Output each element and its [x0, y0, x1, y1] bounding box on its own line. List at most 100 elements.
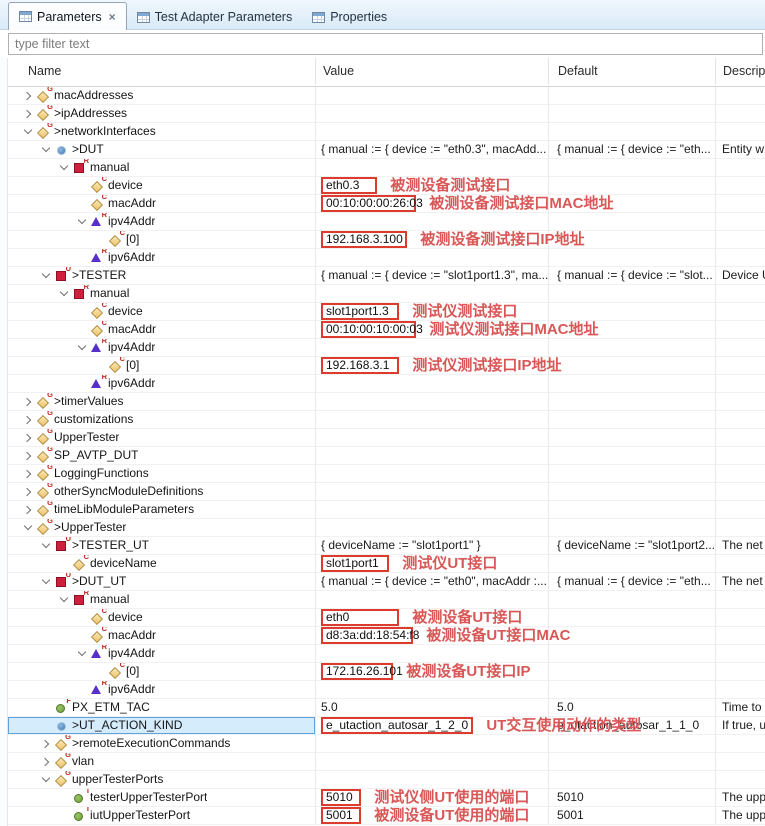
expand-chevron-icon[interactable] [20, 124, 36, 140]
row-value-cell[interactable]: eth0.3 被测设备测试接口 [315, 177, 548, 194]
expand-chevron-icon[interactable] [20, 448, 36, 464]
expand-chevron-icon[interactable] [38, 718, 54, 734]
row-value-cell[interactable] [315, 159, 548, 176]
row-value-cell[interactable]: 172.16.26.101 被测设备UT接口IP [315, 663, 548, 680]
tab-parameters[interactable]: Parameters × [8, 2, 127, 30]
table-row[interactable]: R ipv4Addr [8, 213, 765, 231]
row-value-cell[interactable]: e_utaction_autosar_1_2_0 UT交互使用动作的类型 [315, 717, 548, 734]
expand-chevron-icon[interactable] [74, 682, 90, 698]
table-row[interactable]: >DUT { manual := { device := "eth0.3", m… [8, 141, 765, 159]
table-row[interactable]: G macAddresses [8, 87, 765, 105]
expand-chevron-icon[interactable] [20, 412, 36, 428]
expand-chevron-icon[interactable] [74, 628, 90, 644]
table-row[interactable]: C device eth0.3 被测设备测试接口 [8, 177, 765, 195]
row-value-cell[interactable] [315, 249, 548, 266]
row-value-cell[interactable] [315, 411, 548, 428]
row-value-cell[interactable]: { deviceName := "slot1port1" } [315, 537, 548, 554]
expand-chevron-icon[interactable] [92, 232, 108, 248]
expand-chevron-icon[interactable] [20, 484, 36, 500]
table-row[interactable]: G SP_AVTP_DUT [8, 447, 765, 465]
expand-chevron-icon[interactable] [74, 340, 90, 356]
table-row[interactable]: G UpperTester [8, 429, 765, 447]
row-value-cell[interactable] [315, 213, 548, 230]
expand-chevron-icon[interactable] [74, 178, 90, 194]
row-value-cell[interactable]: { manual := { device := "slot1port1.3", … [315, 267, 548, 284]
row-value-cell[interactable]: d8:3a:dd:18:54:f8 被测设备UT接口MAC [315, 627, 548, 644]
table-row[interactable]: F PX_ETM_TAC 5.0 5.0 Time to [8, 699, 765, 717]
row-value-cell[interactable] [315, 591, 548, 608]
row-value-cell[interactable]: 192.168.3.1 测试仪测试接口IP地址 [315, 357, 548, 374]
table-row[interactable]: U >DUT_UT { manual := { device := "eth0"… [8, 573, 765, 591]
row-value-cell[interactable] [315, 465, 548, 482]
table-row[interactable]: G vlan [8, 753, 765, 771]
column-header-default[interactable]: Default [548, 58, 715, 85]
expand-chevron-icon[interactable] [20, 394, 36, 410]
row-value-cell[interactable]: slot1port1 测试仪UT接口 [315, 555, 548, 572]
expand-chevron-icon[interactable] [56, 808, 72, 824]
table-row[interactable]: G >networkInterfaces [8, 123, 765, 141]
table-row[interactable]: C macAddr 00:10:00:00:26:03 被测设备测试接口MAC地… [8, 195, 765, 213]
tab-test-adapter-parameters[interactable]: Test Adapter Parameters [127, 5, 303, 29]
table-row[interactable]: G >remoteExecutionCommands [8, 735, 765, 753]
row-value-cell[interactable]: 5.0 [315, 699, 548, 716]
row-value-cell[interactable] [315, 105, 548, 122]
table-row[interactable]: R ipv6Addr [8, 681, 765, 699]
table-row[interactable]: G >ipAddresses [8, 105, 765, 123]
row-value-cell[interactable]: { manual := { device := "eth0", macAddr … [315, 573, 548, 590]
expand-chevron-icon[interactable] [74, 376, 90, 392]
table-row[interactable]: C deviceName slot1port1 测试仪UT接口 [8, 555, 765, 573]
row-value-cell[interactable]: 00:10:00:10:00:03 测试仪测试接口MAC地址 [315, 321, 548, 338]
table-row[interactable]: G customizations [8, 411, 765, 429]
expand-chevron-icon[interactable] [20, 430, 36, 446]
row-value-cell[interactable] [315, 519, 548, 536]
expand-chevron-icon[interactable] [74, 250, 90, 266]
row-value-cell[interactable]: slot1port1.3 测试仪测试接口 [315, 303, 548, 320]
row-value-cell[interactable] [315, 339, 548, 356]
expand-chevron-icon[interactable] [38, 772, 54, 788]
table-row[interactable]: C [0] 192.168.3.100 被测设备测试接口IP地址 [8, 231, 765, 249]
expand-chevron-icon[interactable] [38, 142, 54, 158]
table-row[interactable]: G LoggingFunctions [8, 465, 765, 483]
expand-chevron-icon[interactable] [20, 502, 36, 518]
table-row[interactable]: C [0] 192.168.3.1 测试仪测试接口IP地址 [8, 357, 765, 375]
row-value-cell[interactable]: { manual := { device := "eth0.3", macAdd… [315, 141, 548, 158]
expand-chevron-icon[interactable] [74, 196, 90, 212]
row-value-cell[interactable] [315, 753, 548, 770]
table-row[interactable]: R ipv4Addr [8, 339, 765, 357]
expand-chevron-icon[interactable] [56, 160, 72, 176]
row-value-cell[interactable] [315, 447, 548, 464]
table-row[interactable]: >UT_ACTION_KIND e_utaction_autosar_1_2_0… [8, 717, 765, 735]
table-row[interactable]: I iutUpperTesterPort 5001 被测设备UT使用的端口 50… [8, 807, 765, 825]
expand-chevron-icon[interactable] [92, 664, 108, 680]
expand-chevron-icon[interactable] [56, 286, 72, 302]
expand-chevron-icon[interactable] [92, 358, 108, 374]
row-value-cell[interactable]: 5010 测试仪侧UT使用的端口 [315, 789, 548, 806]
table-row[interactable]: U >TESTER { manual := { device := "slot1… [8, 267, 765, 285]
expand-chevron-icon[interactable] [38, 268, 54, 284]
expand-chevron-icon[interactable] [56, 592, 72, 608]
row-value-cell[interactable]: 192.168.3.100 被测设备测试接口IP地址 [315, 231, 548, 248]
table-row[interactable]: R manual [8, 285, 765, 303]
row-value-cell[interactable] [315, 681, 548, 698]
expand-chevron-icon[interactable] [20, 88, 36, 104]
table-row[interactable]: G upperTesterPorts [8, 771, 765, 789]
table-row[interactable]: R ipv6Addr [8, 249, 765, 267]
column-header-name[interactable]: Name [8, 58, 315, 85]
table-row[interactable]: R ipv6Addr [8, 375, 765, 393]
row-value-cell[interactable] [315, 123, 548, 140]
table-row[interactable]: C macAddr d8:3a:dd:18:54:f8 被测设备UT接口MAC [8, 627, 765, 645]
table-row[interactable]: G timeLibModuleParameters [8, 501, 765, 519]
row-value-cell[interactable] [315, 429, 548, 446]
row-value-cell[interactable] [315, 645, 548, 662]
table-row[interactable]: G >timerValues [8, 393, 765, 411]
expand-chevron-icon[interactable] [38, 538, 54, 554]
table-row[interactable]: I testerUpperTesterPort 5010 测试仪侧UT使用的端口… [8, 789, 765, 807]
row-value-cell[interactable] [315, 393, 548, 410]
expand-chevron-icon[interactable] [56, 556, 72, 572]
expand-chevron-icon[interactable] [38, 754, 54, 770]
table-row[interactable]: R manual [8, 159, 765, 177]
table-row[interactable]: R manual [8, 591, 765, 609]
table-row[interactable]: C device slot1port1.3 测试仪测试接口 [8, 303, 765, 321]
expand-chevron-icon[interactable] [74, 646, 90, 662]
table-row[interactable]: G otherSyncModuleDefinitions [8, 483, 765, 501]
